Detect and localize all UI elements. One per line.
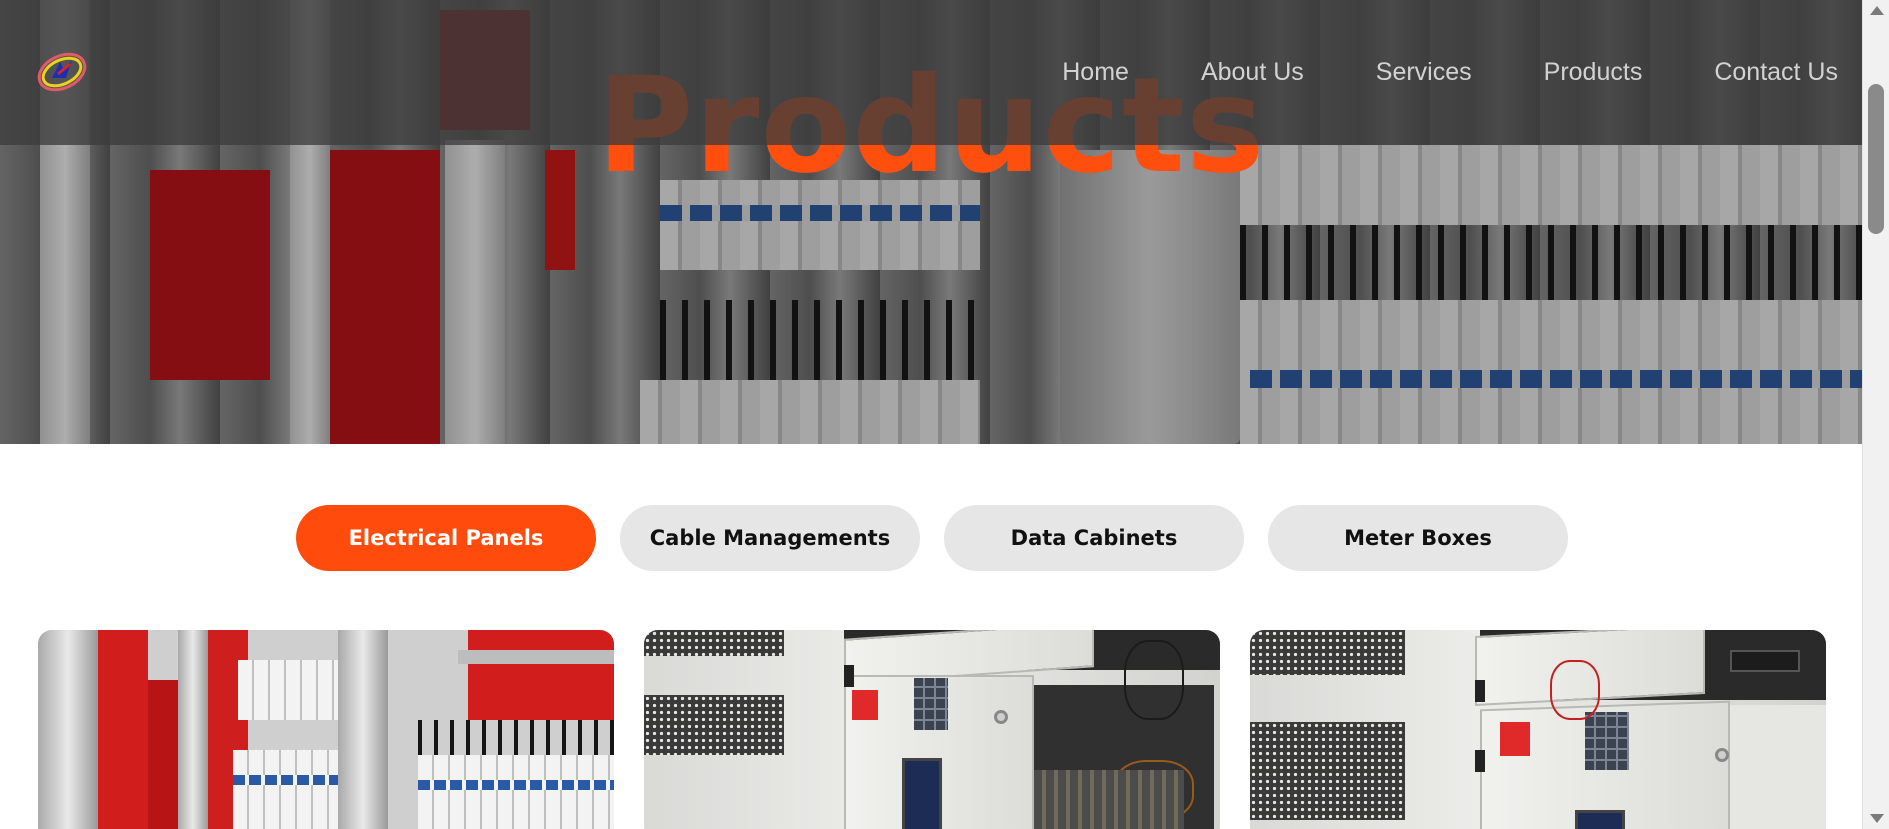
scrollbar-thumb[interactable] [1868,84,1884,234]
panel-frame [338,630,388,829]
nav-contact-us[interactable]: Contact Us [1714,56,1838,88]
panel-frame [38,630,98,829]
main-nav: Home About Us Services Products Contact … [990,56,1838,88]
cabinet-vent [1250,722,1405,820]
nav-about-us[interactable]: About Us [1201,56,1304,88]
product-card[interactable] [1250,630,1826,829]
panel-breakers [418,790,614,829]
panel-breakers [238,660,348,720]
panel-red-section [98,630,148,829]
logo-icon [37,52,87,92]
cabinet-cable [1124,640,1184,720]
cabinet-vent [1250,630,1405,675]
cabinet-warning-label [1500,722,1530,756]
cabinet-cable [1550,660,1600,720]
lock-icon [1715,748,1729,762]
nav-services[interactable]: Services [1376,56,1472,88]
page: Products Home About Us Services Products… [0,0,1889,829]
tab-data-cabinets[interactable]: Data Cabinets [944,505,1244,571]
cabinet-warning-label [852,690,878,720]
site-header: Home About Us Services Products Contact … [0,0,1862,145]
nav-products[interactable]: Products [1544,56,1643,88]
cabinet-terminals [1034,770,1184,829]
panel-frame [178,630,208,829]
cabinet-hinge [844,665,854,687]
cabinet-vent [644,695,784,755]
product-grid [38,630,1826,829]
panel-breaker-labels [233,775,343,785]
panel-breakers [233,750,343,775]
panel-breaker-labels [418,780,614,790]
cabinet-display [1575,810,1625,829]
cabinet-meter [1730,650,1800,672]
tab-meter-boxes[interactable]: Meter Boxes [1268,505,1568,571]
scroll-up-icon[interactable] [1870,6,1884,15]
tab-electrical-panels[interactable]: Electrical Panels [296,505,596,571]
cabinet-keypad [914,678,948,730]
panel-breakers [233,785,343,829]
cabinet-hinge [1475,680,1485,702]
nav-home[interactable]: Home [1062,56,1129,88]
lock-icon [994,710,1008,724]
page-scrollbar[interactable] [1862,0,1889,829]
panel-din-rail [458,650,614,664]
product-card[interactable] [644,630,1220,829]
panel-red-section [148,680,178,829]
panel-wires [418,720,614,760]
logo[interactable] [36,48,88,96]
cabinet-hinge [1475,750,1485,772]
category-tabs: Electrical Panels Cable Managements Data… [296,505,1568,571]
tab-cable-managements[interactable]: Cable Managements [620,505,920,571]
scroll-down-icon[interactable] [1870,814,1884,823]
cabinet-display [902,758,942,829]
product-card[interactable] [38,630,614,829]
cabinet-keypad [1585,712,1629,770]
panel-red-section [468,630,614,720]
cabinet-vent [644,630,784,656]
